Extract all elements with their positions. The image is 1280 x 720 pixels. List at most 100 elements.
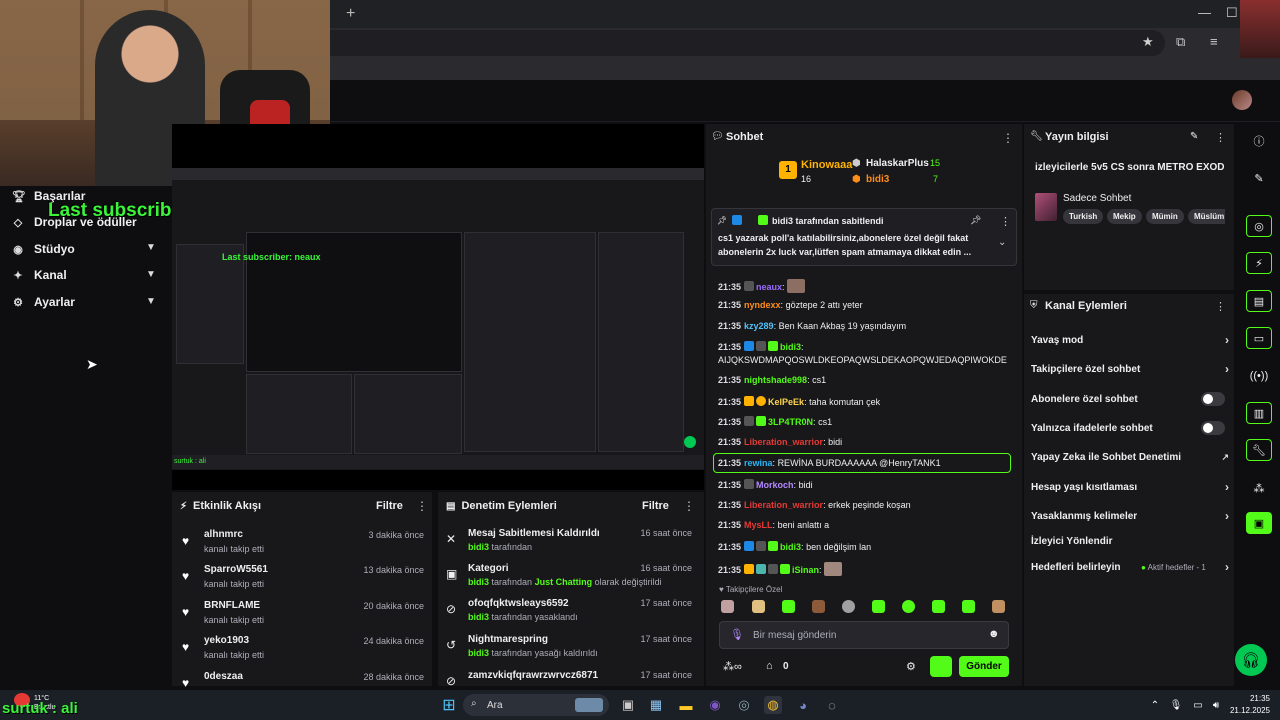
msg-user[interactable]: 3LP4TR0N [768, 417, 813, 427]
msg-user[interactable]: nightshade998 [744, 375, 807, 385]
chrome-icon[interactable]: ◍ [764, 696, 782, 714]
account-age-row[interactable]: Hesap yaşı kısıtlaması › [1031, 478, 1229, 496]
more-options-icon[interactable]: ⋮ [683, 499, 695, 513]
top-gifter-3[interactable]: bidi3 [866, 174, 889, 185]
more-options-icon[interactable]: ⋮ [1000, 215, 1011, 228]
emote-button[interactable] [962, 600, 975, 613]
target-icon[interactable]: ◎ [1246, 215, 1272, 237]
app-icon[interactable]: ◉ [706, 696, 724, 714]
gift-icon[interactable]: ⌂ [766, 660, 773, 672]
event-user[interactable]: SparroW5561 [204, 564, 268, 575]
calculator-icon[interactable]: ▦ [647, 696, 665, 714]
category-name[interactable]: Sadece Sohbet [1063, 193, 1131, 204]
extensions-icon[interactable]: ⧉ [1176, 34, 1185, 50]
system-clock[interactable]: 21:35 21.12.2025 [1230, 693, 1270, 717]
layout-icon[interactable]: ▥ [1246, 402, 1272, 424]
apps-icon[interactable]: ⁂ [1246, 477, 1272, 499]
emote-button[interactable] [992, 600, 1005, 613]
pencil-icon[interactable]: ✎ [1246, 167, 1272, 189]
microphone-icon[interactable]: 🎙︎ [1167, 696, 1185, 714]
msg-user[interactable]: neaux [756, 282, 782, 292]
category-thumbnail[interactable] [1035, 193, 1057, 221]
avatar[interactable] [1232, 90, 1252, 110]
mod-user[interactable]: bidi3 [468, 648, 489, 658]
new-tab-icon[interactable]: + [346, 5, 355, 23]
msg-user[interactable]: nyndexx [744, 300, 781, 310]
task-view-icon[interactable]: ▣ [619, 696, 637, 714]
msg-user[interactable]: KelPeEk [768, 397, 804, 407]
ai-moderation-row[interactable]: Yapay Zeka ile Sohbet Denetimi ↗ [1031, 448, 1229, 466]
activity-filter-button[interactable]: Filtre [376, 500, 403, 512]
media-icon[interactable]: ≡ [1210, 34, 1218, 49]
info-icon[interactable]: ⓘ [1246, 130, 1272, 152]
nav-channel[interactable]: ✦ Kanal [12, 265, 66, 285]
emote-button[interactable] [872, 600, 885, 613]
goals-row[interactable]: Hedefleri belirleyin ● Aktif hedefler - 1… [1031, 558, 1229, 576]
emote-only-toggle[interactable] [1201, 421, 1225, 435]
emote-button[interactable] [842, 600, 855, 613]
gear-icon[interactable]: ⚙ [906, 660, 916, 673]
mod-user[interactable]: bidi3 [468, 577, 489, 587]
more-options-icon[interactable]: ⋮ [1215, 131, 1226, 144]
msg-user[interactable]: kzy289 [744, 321, 774, 331]
emote-button[interactable] [932, 600, 945, 613]
infinity-icon[interactable]: ⁂∞ [723, 660, 742, 673]
banned-words-row[interactable]: Yasaklanmış kelimeler › [1031, 507, 1229, 525]
chevron-down-icon[interactable]: ⌄ [998, 237, 1006, 248]
event-user[interactable]: alhnmrc [204, 529, 243, 540]
minimize-icon[interactable]: — [1198, 5, 1211, 20]
event-user[interactable]: yeko1903 [204, 635, 249, 646]
clipboard-icon[interactable]: ▤ [1246, 290, 1272, 312]
msg-user[interactable]: Liberation_warrior [744, 500, 823, 510]
send-button[interactable]: Gönder [959, 656, 1009, 677]
event-user[interactable]: BRNFLAME [204, 600, 260, 611]
emote-button[interactable] [752, 600, 765, 613]
subscribers-only-toggle[interactable] [1201, 392, 1225, 406]
msg-user[interactable]: MysLL [744, 520, 773, 530]
pin-icon[interactable]: 📌︎ [970, 215, 981, 226]
mod-user[interactable]: bidi3 [468, 612, 489, 622]
emote-button[interactable] [782, 600, 795, 613]
lightning-icon[interactable]: ⚡︎ [1246, 252, 1272, 274]
msg-user[interactable]: bidi3 [780, 542, 801, 552]
monitor-icon[interactable]: ▭ [1189, 696, 1207, 714]
top-gifter-2[interactable]: HalaskarPlus [866, 158, 929, 169]
slow-mode-row[interactable]: Yavaş mod › [1031, 331, 1229, 349]
emote-button[interactable] [902, 600, 915, 613]
broadcast-icon[interactable]: ((•)) [1246, 365, 1272, 387]
windows-start-icon[interactable]: ⊞ [440, 696, 458, 714]
top-gifter-1[interactable]: Kinowaaa [801, 159, 852, 171]
steam-icon[interactable]: ◎ [735, 696, 753, 714]
nav-settings[interactable]: ⚙ Ayarlar [12, 292, 75, 312]
headset-help-icon[interactable]: 🎧︎ [1235, 644, 1267, 676]
nav-studio[interactable]: ◉ Stüdyo [12, 239, 74, 259]
more-options-icon[interactable]: ⋮ [416, 499, 428, 513]
tag-chip[interactable]: Mümin [1146, 209, 1184, 224]
msg-user[interactable]: Liberation_warrior [744, 437, 823, 447]
msg-user[interactable]: rewina [744, 458, 773, 468]
moderation-filter-button[interactable]: Filtre [642, 500, 669, 512]
taskbar-search[interactable]: ⌕ Ara [463, 694, 609, 716]
chevron-down-icon[interactable]: ▼ [146, 269, 156, 280]
discord-icon[interactable]: ◕ [794, 696, 812, 714]
bookmark-star-icon[interactable]: ★ [1142, 34, 1154, 50]
followers-only-row[interactable]: Takipçilere özel sohbet › [1031, 360, 1229, 378]
more-options-icon[interactable]: ⋮ [1215, 300, 1226, 313]
bot-icon[interactable] [930, 656, 952, 677]
tag-chip[interactable]: Mekip [1107, 209, 1142, 224]
event-user[interactable]: 0deszaa [204, 671, 243, 682]
msg-user[interactable]: Morkoch [756, 480, 794, 490]
chat-input[interactable]: 🎙︎ Bir mesaj gönderin ☻ [719, 621, 1009, 649]
tag-chip[interactable]: Müslüm [1188, 209, 1225, 224]
pinned-message[interactable]: 📌︎ bidi3 tarafından sabitlendi 📌︎ ⋮ cs1 … [711, 208, 1017, 266]
msg-user[interactable]: iSinan [792, 565, 819, 575]
wrench-icon[interactable]: 🔧︎ [1246, 439, 1272, 461]
tag-chip[interactable]: Turkish [1063, 209, 1104, 224]
edit-icon[interactable]: ✎ [1190, 131, 1198, 142]
file-explorer-icon[interactable]: ▬ [677, 696, 695, 714]
bot-icon[interactable]: ▣ [1246, 512, 1272, 534]
msg-user[interactable]: bidi3 [780, 342, 801, 352]
obs-icon[interactable]: ◌ [823, 696, 841, 714]
microphone-icon[interactable]: 🎙︎ [730, 628, 744, 641]
speaker-icon[interactable]: 🔊︎ [1207, 696, 1225, 714]
